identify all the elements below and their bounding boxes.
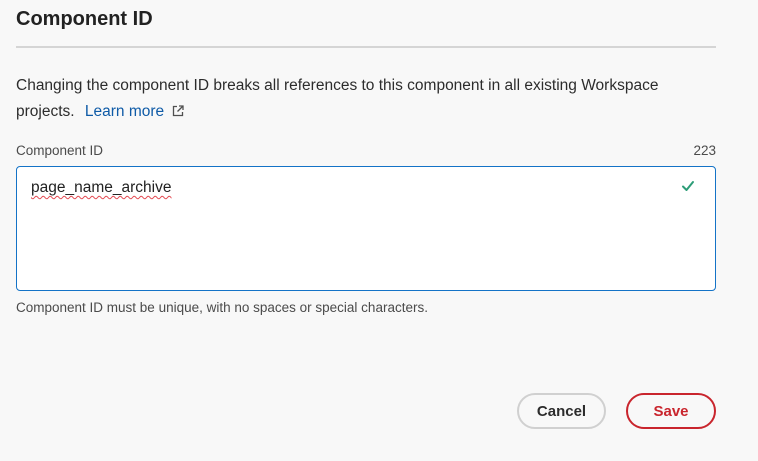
cancel-button-label: Cancel [536, 402, 587, 420]
dialog-description: Changing the component ID breaks all ref… [16, 73, 706, 125]
cancel-button[interactable]: Cancel [517, 393, 606, 429]
learn-more-label: Learn more [84, 103, 165, 120]
field-label: Component ID [16, 143, 104, 158]
field-help-text: Component ID must be unique, with no spa… [16, 300, 428, 315]
external-link-icon [173, 105, 184, 117]
save-button[interactable]: Save [626, 393, 716, 429]
dialog-title: Component ID [16, 8, 153, 30]
title-divider [16, 46, 716, 48]
component-id-dialog: Component ID Changing the component ID b… [0, 0, 758, 461]
character-count: 223 [693, 143, 716, 158]
component-id-textarea[interactable]: page_name_archive [16, 166, 716, 291]
checkmark-icon [682, 181, 694, 191]
textarea-value[interactable]: page_name_archive [31, 178, 171, 198]
save-button-label: Save [653, 402, 689, 420]
learn-more-link[interactable]: Learn more [85, 103, 184, 120]
